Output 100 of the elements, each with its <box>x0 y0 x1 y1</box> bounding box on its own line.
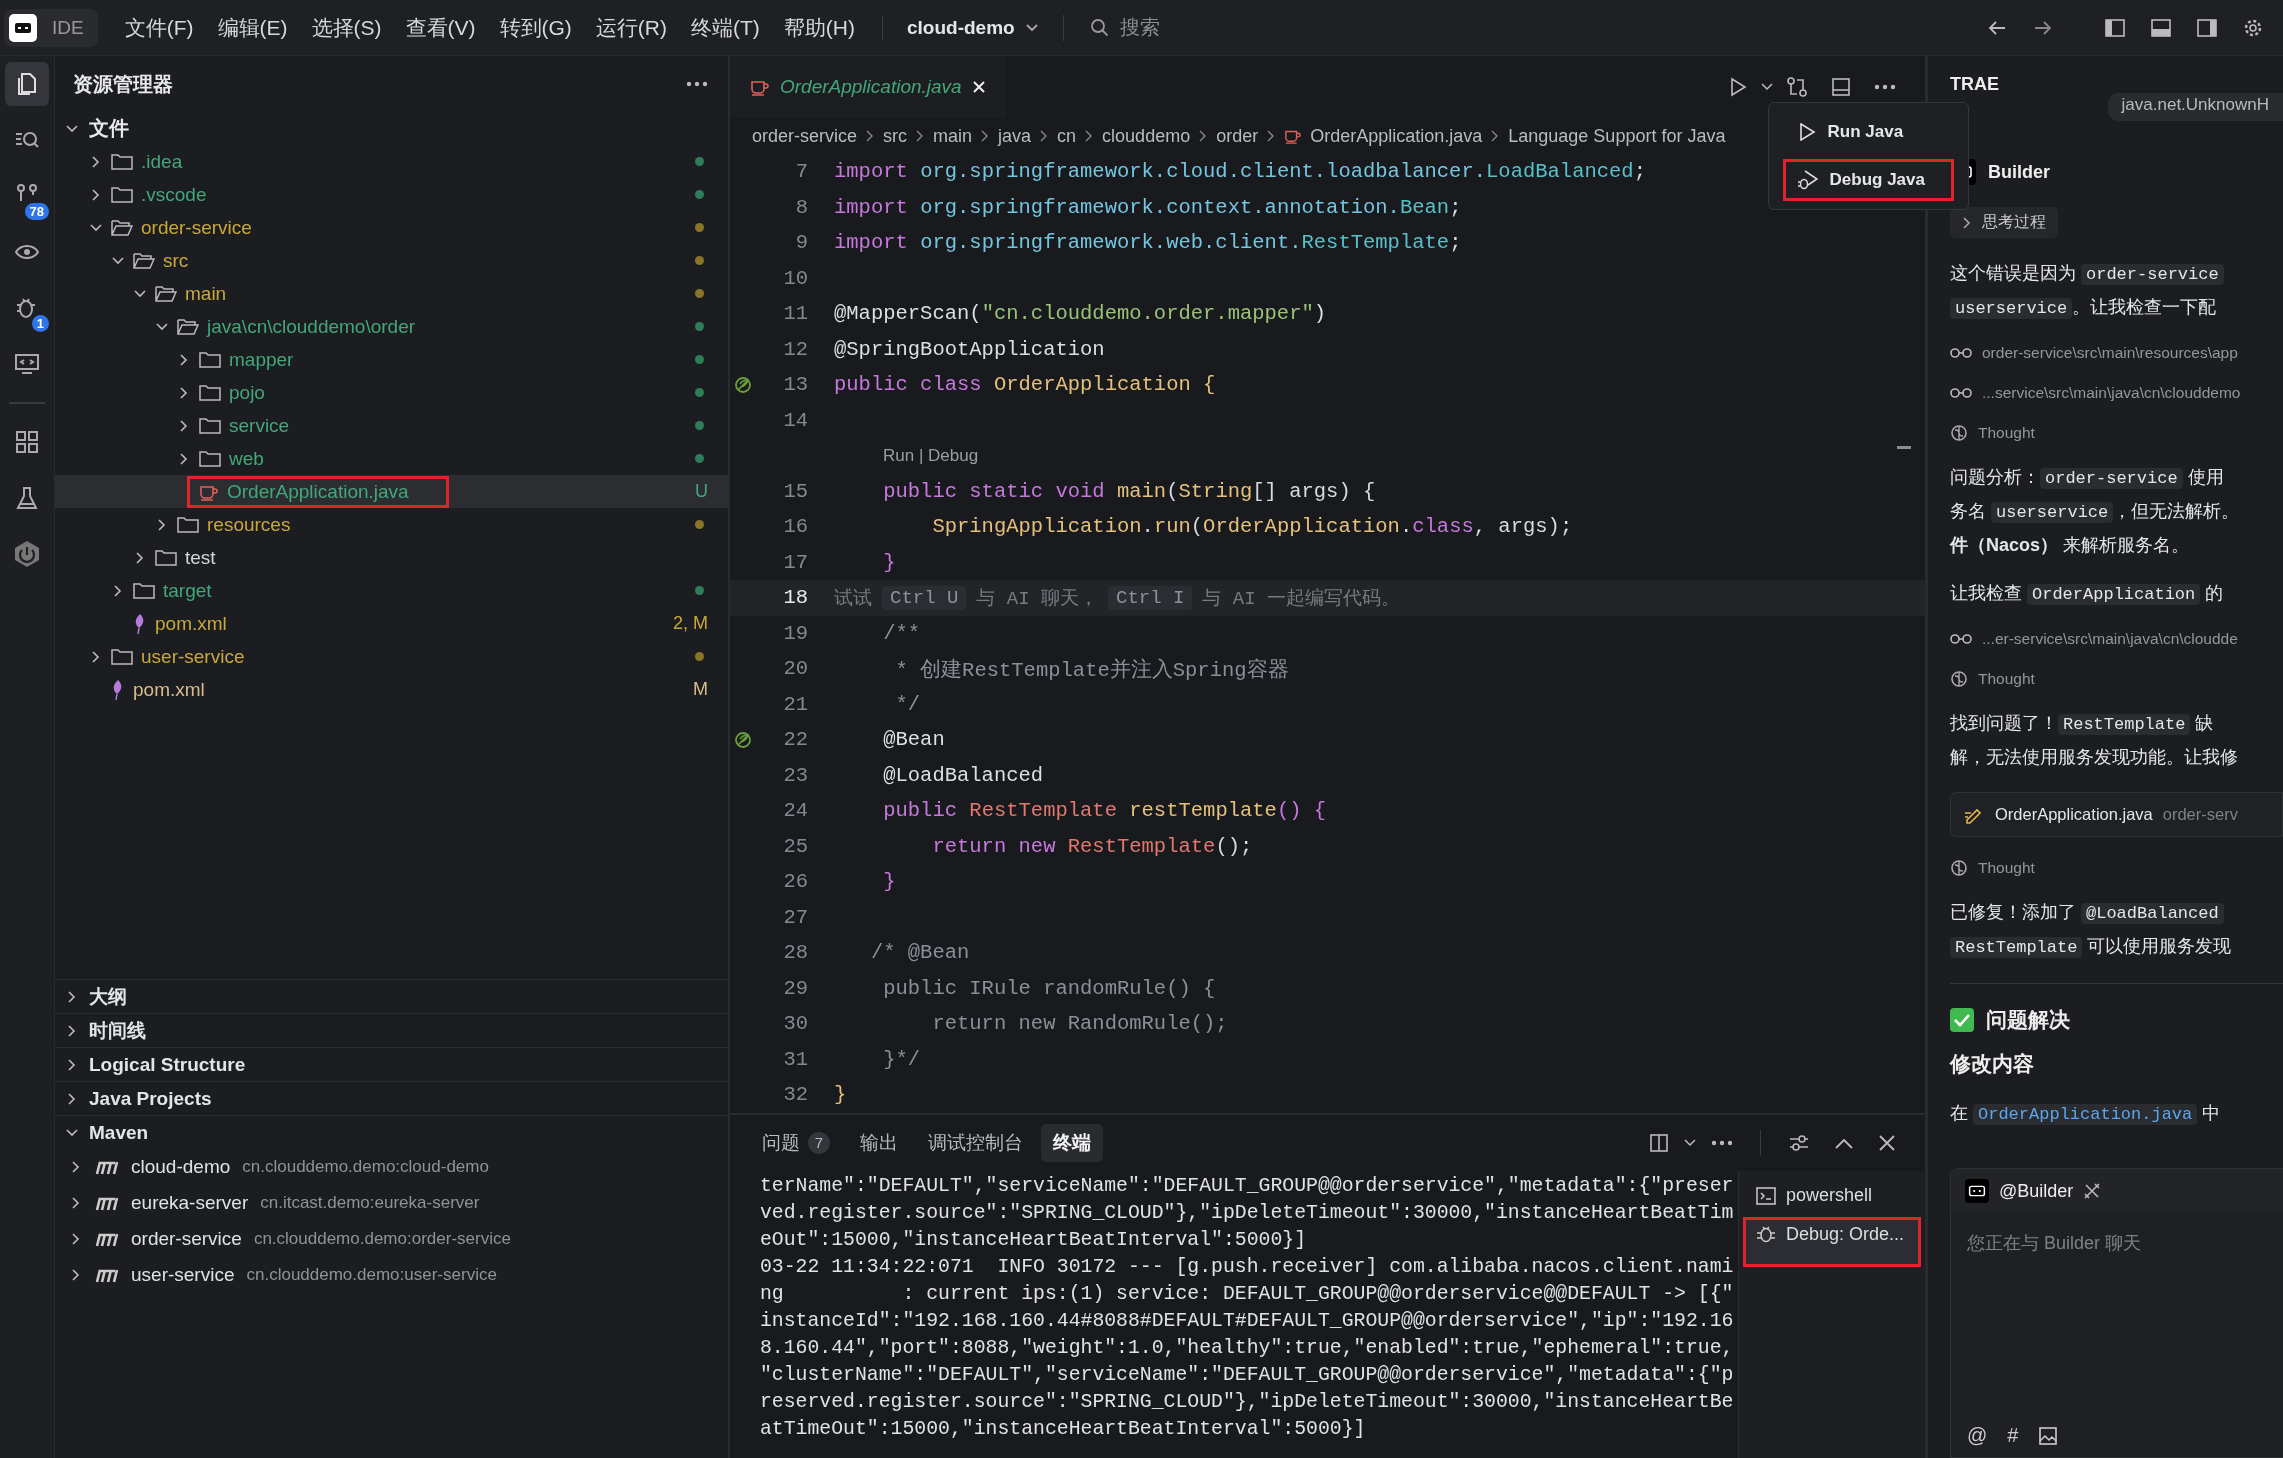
section-header[interactable]: Maven <box>55 1115 728 1149</box>
line-number: 32 <box>782 1083 808 1107</box>
right-sidebar-icon[interactable] <box>2196 16 2218 39</box>
section-header[interactable]: 文件 <box>55 112 728 145</box>
image-icon[interactable] <box>2038 1425 2059 1446</box>
chat-tool-button[interactable]: # <box>2007 1424 2019 1447</box>
tree-item[interactable]: order-service <box>55 211 728 244</box>
section-header[interactable]: Logical Structure <box>55 1047 728 1081</box>
tree-item[interactable]: target <box>55 574 728 607</box>
tree-item[interactable]: order-service cn.clouddemo.demo:order-service <box>55 1221 728 1257</box>
tree-item[interactable]: resources <box>55 508 728 541</box>
file-name: pojo <box>229 381 265 404</box>
file-reference[interactable]: ...service\src\main\java\cn\clouddemo <box>1950 384 2283 402</box>
menu-item[interactable]: 选择(S) <box>302 9 391 46</box>
thought-step[interactable]: Thought <box>1950 670 2283 688</box>
section-header[interactable]: 大纲 <box>55 979 728 1013</box>
editor-tab[interactable]: OrderApplication.java <box>730 56 1006 118</box>
edited-file-card[interactable]: OrderApplication.java order-serv <box>1950 792 2283 837</box>
file-name: web <box>229 447 264 470</box>
breadcrumb-item[interactable]: src <box>883 125 908 147</box>
breadcrumb-item[interactable]: cn <box>1057 125 1077 147</box>
tree-item[interactable]: eureka-server cn.itcast.demo:eureka-server <box>55 1185 728 1221</box>
breadcrumb-item[interactable]: main <box>933 125 973 147</box>
tree-item[interactable]: mapper <box>55 343 728 376</box>
tree-item[interactable]: java\cn\clouddemo\order <box>55 310 728 343</box>
activity-button[interactable]: 1 <box>5 286 49 330</box>
chat-tool-button[interactable]: @ <box>1967 1424 1988 1447</box>
code-lens[interactable]: Run | Debug <box>834 445 979 466</box>
bottom-panel-icon[interactable] <box>2150 16 2172 39</box>
panel-tab[interactable]: 调试控制台 <box>916 1123 1035 1162</box>
caret-icon[interactable] <box>1684 1138 1696 1147</box>
section-header[interactable]: Java Projects <box>55 1081 728 1115</box>
collapsible-chip[interactable]: 思考过程 <box>1950 207 2058 238</box>
breadcrumb-item[interactable]: OrderApplication.java <box>1310 125 1483 147</box>
menu-item[interactable]: Debug Java <box>1782 159 1954 201</box>
tree-item[interactable]: src <box>55 244 728 277</box>
tree-item[interactable]: pom.xml 2, M <box>55 607 728 640</box>
more-icon[interactable] <box>1711 1139 1733 1146</box>
search-field[interactable]: 搜索 <box>1081 10 1168 45</box>
activity-button[interactable]: 78 <box>5 174 49 218</box>
close-icon[interactable] <box>1878 1133 1896 1152</box>
line-number: 26 <box>782 870 808 894</box>
terminal-tab[interactable]: powershell <box>1743 1176 1921 1215</box>
chat-input[interactable]: @Builder 您正在与 Builder 聊天 @ # <box>1950 1168 2283 1458</box>
more-icon[interactable] <box>686 81 708 87</box>
caret-icon[interactable] <box>1761 83 1773 91</box>
tree-item[interactable]: .vscode <box>55 178 728 211</box>
tree-item[interactable]: test <box>55 541 728 574</box>
code-line: } <box>882 550 896 574</box>
code-line: public RestTemplate restTemplate() { <box>882 799 1327 823</box>
tree-item[interactable]: web <box>55 442 728 475</box>
tree-item[interactable]: user-service <box>55 640 728 673</box>
breadcrumb-item[interactable]: Language Support for Java <box>1508 125 1726 147</box>
line-number: 15 <box>782 479 808 503</box>
cup-icon <box>750 78 770 96</box>
panel-tab[interactable]: 问题 7 <box>750 1123 842 1162</box>
line-number: 25 <box>782 834 808 858</box>
more-icon[interactable] <box>1874 84 1896 90</box>
app-menu-button[interactable]: IDE <box>4 8 98 47</box>
menu-item[interactable]: Run Java <box>1782 111 1954 153</box>
menu-item[interactable]: 帮助(H) <box>774 9 864 46</box>
menu-item[interactable]: 运行(R) <box>586 9 676 46</box>
split-icon[interactable] <box>1830 76 1852 98</box>
sliders-icon[interactable] <box>1788 1132 1810 1153</box>
panel-tab[interactable]: 输出 <box>848 1123 910 1162</box>
folder-icon <box>199 350 221 369</box>
breadcrumb-item[interactable]: order-service <box>752 125 858 147</box>
breadcrumb-item[interactable]: order <box>1216 125 1259 147</box>
activity-button[interactable] <box>5 62 49 106</box>
tree-item[interactable]: cloud-demo cn.clouddemo.demo:cloud-demo <box>55 1149 728 1185</box>
code-line: } <box>834 1083 847 1107</box>
thought-step[interactable]: Thought <box>1950 424 2283 442</box>
section-header[interactable]: 时间线 <box>55 1013 728 1047</box>
left-sidebar-icon[interactable] <box>2104 16 2126 39</box>
breadcrumb-item[interactable]: java <box>998 125 1032 147</box>
tree-item[interactable]: pojo <box>55 376 728 409</box>
play-icon[interactable] <box>1728 77 1748 97</box>
menu-item[interactable]: 编辑(E) <box>208 9 297 46</box>
file-reference[interactable]: order-service\src\main\resources\app <box>1950 344 2283 362</box>
tree-item[interactable]: user-service cn.clouddemo.demo:user-service <box>55 1257 728 1293</box>
file-name: service <box>229 414 290 437</box>
tree-item[interactable]: service <box>55 409 728 442</box>
file-reference[interactable]: ...er-service\src\main\java\cn\cloudde <box>1950 630 2283 648</box>
menu-item[interactable]: 文件(F) <box>115 9 203 46</box>
count-badge: 78 <box>24 203 49 220</box>
git-status: M <box>693 679 708 700</box>
panel-tab[interactable]: 终端 <box>1041 1123 1103 1162</box>
thought-step[interactable]: Thought <box>1950 859 2283 877</box>
tree-item[interactable]: .idea <box>55 145 728 178</box>
menu-item[interactable]: 终端(T) <box>682 9 769 46</box>
menu-item[interactable]: 转到(G) <box>490 9 581 46</box>
tree-item[interactable]: main <box>55 277 728 310</box>
menu-item[interactable]: 查看(V) <box>396 9 485 46</box>
split-icon[interactable] <box>1649 1132 1669 1153</box>
project-switcher[interactable]: cloud-demo <box>901 12 1045 43</box>
tree-item[interactable]: OrderApplication.java U <box>55 475 728 508</box>
breadcrumb-item[interactable]: clouddemo <box>1102 125 1191 147</box>
compare-icon[interactable] <box>1786 76 1808 98</box>
terminal-tab[interactable]: Debug: Orde... <box>1743 1216 1921 1267</box>
tree-item[interactable]: pom.xml M <box>55 673 728 706</box>
